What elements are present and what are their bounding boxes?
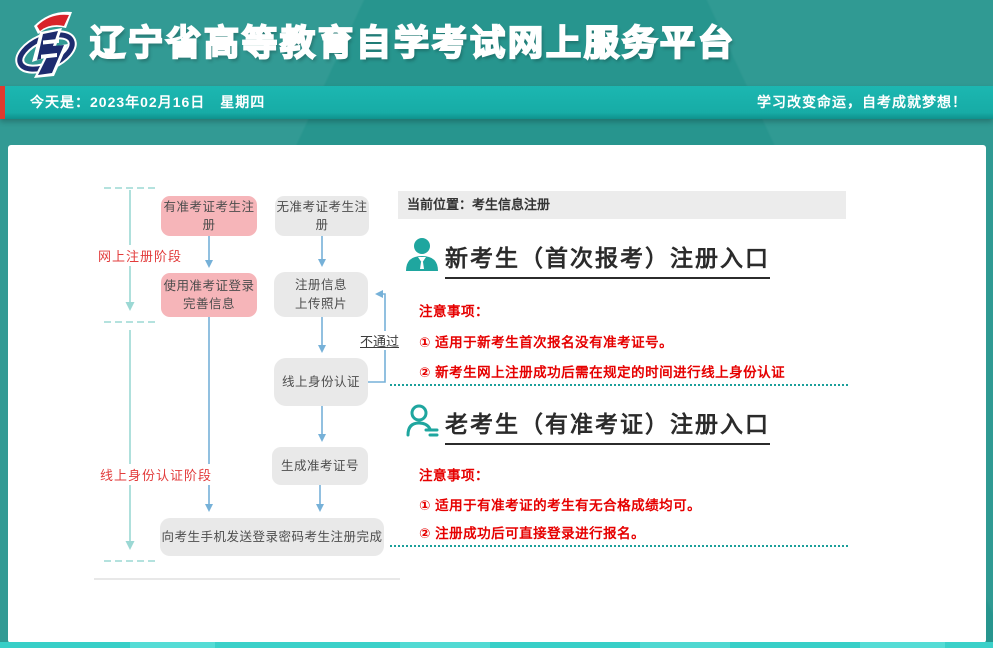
flow-box-register-upload-photo: 注册信息 上传照片 [274, 272, 368, 317]
dotted-divider [390, 545, 848, 547]
flow-box-send-password-complete: 向考生手机发送登录密码考生注册完成 [160, 518, 384, 556]
flow-box-login-complete-info: 使用准考证登录 完善信息 [161, 273, 257, 317]
flow-box-has-ticket-register: 有准考证考生注 册 [161, 196, 257, 236]
slogan-text: 学习改变命运，自考成就梦想！ [757, 86, 967, 119]
site-title: 辽宁省高等教育自学考试网上服务平台 [90, 18, 736, 70]
page: 辽宁省高等教育自学考试网上服务平台 今天是：2023年02月16日 星期四 学习… [0, 0, 993, 648]
notes-title: 注意事项： [419, 300, 489, 320]
new-student-icon [404, 236, 440, 272]
notes-title: 注意事项： [419, 464, 489, 484]
old-student-register-entry-link[interactable]: 老考生（有准考证）注册入口 [445, 405, 770, 445]
main-content-panel: 有准考证考生注 册 无准考证考生注 册 使用准考证登录 完善信息 注册信息 上传… [8, 145, 986, 643]
note-item: ① 适用于新考生首次报名没有准考证号。 [419, 331, 673, 351]
bottom-teal-strip [0, 642, 993, 648]
old-student-icon [404, 402, 440, 438]
phase-label-online-registration: 网上注册阶段 [96, 245, 184, 266]
current-date-text: 今天是：2023年02月16日 星期四 [30, 86, 265, 119]
red-accent-bar [0, 86, 5, 119]
note-item: ② 注册成功后可直接登录进行报名。 [419, 522, 645, 542]
fail-label: 不通过 [359, 331, 400, 350]
note-item: ② 新考生网上注册成功后需在规定的时间进行线上身份认证 [419, 361, 785, 381]
flow-box-generate-ticket-number: 生成准考证号 [272, 447, 368, 485]
note-item: ① 适用于有准考证的考生有无合格成绩均可。 [419, 494, 701, 514]
app-header: 辽宁省高等教育自学考试网上服务平台 [0, 0, 993, 86]
liaoning-selfexam-logo-icon [10, 6, 84, 82]
flowchart-connectors [8, 145, 986, 643]
new-student-register-entry-link[interactable]: 新考生（首次报考）注册入口 [445, 239, 770, 279]
breadcrumb: 当前位置：考生信息注册 [398, 191, 846, 219]
top-info-bar: 今天是：2023年02月16日 星期四 学习改变命运，自考成就梦想！ [0, 86, 993, 119]
flow-box-no-ticket-register: 无准考证考生注 册 [275, 196, 369, 236]
phase-label-identity-verification: 线上身份认证阶段 [98, 464, 214, 485]
dotted-divider [390, 384, 848, 386]
flow-box-online-identity-verify: 线上身份认证 [274, 358, 368, 406]
